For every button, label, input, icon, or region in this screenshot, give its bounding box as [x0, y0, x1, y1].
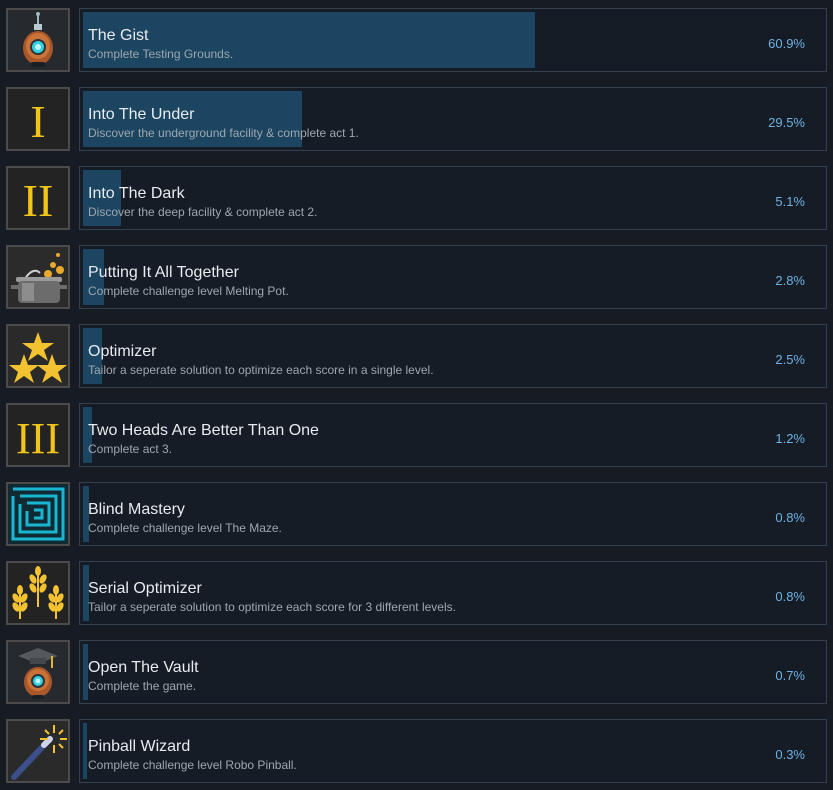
achievement-row[interactable]: I Into The Under Discover the underground …	[6, 87, 827, 151]
achievement-title: Into The Dark	[88, 185, 185, 202]
achievement-progress-bar: Open The Vault Complete the game. 0.7%	[79, 640, 827, 704]
three-stars-icon	[6, 324, 70, 388]
achievement-progress-bar: Optimizer Tailor a seperate solution to o…	[79, 324, 827, 388]
robot-icon	[6, 8, 70, 72]
achievement-progress-bar: Putting It All Together Complete challeng…	[79, 245, 827, 309]
achievement-description: Complete act 3.	[88, 442, 173, 456]
achievement-row[interactable]: III Two Heads Are Better Than One Complete…	[6, 403, 827, 467]
unlock-percentage: 2.5%	[775, 352, 805, 367]
achievement-progress-bar: Blind Mastery Complete challenge level Th…	[79, 482, 827, 546]
achievement-progress-bar: Into The Under Discover the underground f…	[79, 87, 827, 151]
wheat-icon	[6, 561, 70, 625]
achievement-title: Pinball Wizard	[88, 738, 191, 755]
achievement-row[interactable]: II Into The Dark Discover the deep facilit…	[6, 166, 827, 230]
achievement-row[interactable]: Pinball Wizard Complete challenge level R…	[6, 719, 827, 783]
achievement-description: Complete challenge level Melting Pot.	[88, 284, 289, 298]
unlock-percentage: 2.8%	[775, 273, 805, 288]
achievement-description: Complete challenge level Robo Pinball.	[88, 758, 297, 772]
melting-pot-icon	[6, 245, 70, 309]
svg-text:II: II	[23, 175, 54, 226]
achievement-progress-bar: Pinball Wizard Complete challenge level R…	[79, 719, 827, 783]
unlock-percentage: 1.2%	[775, 431, 805, 446]
achievement-list: The Gist Complete Testing Grounds. 60.9% I…	[0, 0, 833, 790]
roman-numeral-one-icon: I	[6, 87, 70, 151]
achievement-title: Putting It All Together	[88, 264, 239, 281]
achievement-progress-bar: Into The Dark Discover the deep facility …	[79, 166, 827, 230]
achievement-row[interactable]: Optimizer Tailor a seperate solution to o…	[6, 324, 827, 388]
magic-wand-icon	[6, 719, 70, 783]
achievement-description: Tailor a seperate solution to optimize e…	[88, 600, 456, 614]
achievement-row[interactable]: Open The Vault Complete the game. 0.7%	[6, 640, 827, 704]
achievement-description: Complete challenge level The Maze.	[88, 521, 282, 535]
unlock-percentage: 29.5%	[768, 115, 805, 130]
achievement-title: Into The Under	[88, 106, 195, 123]
achievement-description: Discover the underground facility & comp…	[88, 126, 359, 140]
achievement-title: Open The Vault	[88, 659, 199, 676]
achievement-title: Serial Optimizer	[88, 580, 202, 597]
unlock-percentage: 5.1%	[775, 194, 805, 209]
achievement-row[interactable]: Blind Mastery Complete challenge level Th…	[6, 482, 827, 546]
achievement-description: Discover the deep facility & complete ac…	[88, 205, 318, 219]
achievement-row[interactable]: Serial Optimizer Tailor a seperate soluti…	[6, 561, 827, 625]
achievement-description: Tailor a seperate solution to optimize e…	[88, 363, 434, 377]
unlock-percentage: 0.8%	[775, 510, 805, 525]
graduate-robot-icon	[6, 640, 70, 704]
achievement-title: Blind Mastery	[88, 501, 185, 518]
progress-fill	[83, 723, 87, 779]
achievement-title: Optimizer	[88, 343, 157, 360]
svg-text:I: I	[30, 96, 45, 147]
achievement-progress-bar: The Gist Complete Testing Grounds. 60.9%	[79, 8, 827, 72]
unlock-percentage: 0.3%	[775, 747, 805, 762]
roman-numeral-three-icon: III	[6, 403, 70, 467]
achievement-title: The Gist	[88, 27, 149, 44]
achievement-description: Complete the game.	[88, 679, 197, 693]
achievement-progress-bar: Two Heads Are Better Than One Complete ac…	[79, 403, 827, 467]
unlock-percentage: 60.9%	[768, 36, 805, 51]
maze-icon	[6, 482, 70, 546]
roman-numeral-two-icon: II	[6, 166, 70, 230]
achievement-row[interactable]: The Gist Complete Testing Grounds. 60.9%	[6, 8, 827, 72]
svg-text:III: III	[16, 414, 60, 463]
achievement-row[interactable]: Putting It All Together Complete challeng…	[6, 245, 827, 309]
unlock-percentage: 0.7%	[775, 668, 805, 683]
achievement-title: Two Heads Are Better Than One	[88, 422, 319, 439]
achievement-progress-bar: Serial Optimizer Tailor a seperate soluti…	[79, 561, 827, 625]
unlock-percentage: 0.8%	[775, 589, 805, 604]
achievement-description: Complete Testing Grounds.	[88, 47, 234, 61]
